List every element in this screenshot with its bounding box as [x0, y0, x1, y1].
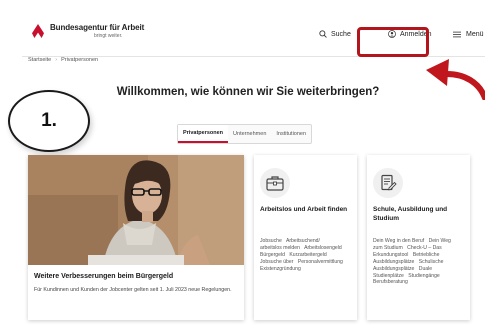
login-highlight-box	[357, 27, 429, 57]
breadcrumb-separator: ›	[55, 57, 58, 63]
brand-title[interactable]: Bundesagentur für Arbeit	[50, 23, 144, 32]
card-link[interactable]: Studiengänge	[408, 273, 439, 279]
tab-unternehmen[interactable]: Unternehmen	[228, 125, 271, 143]
card-link[interactable]: Duale	[419, 266, 432, 272]
tab-institutionen[interactable]: Institutionen	[271, 125, 311, 143]
card-link[interactable]: Schulische	[419, 259, 444, 265]
card-link[interactable]: Dein Weg	[429, 238, 451, 244]
card-link[interactable]: Jobsuche über	[260, 259, 293, 265]
card-link[interactable]: Erkundungstool	[373, 252, 408, 258]
briefcase-icon	[266, 176, 284, 191]
card-links: Jobsuche Arbeitsuchend/ arbeitslos melde…	[260, 238, 355, 273]
card-link[interactable]: Personalvermittlung	[298, 259, 343, 265]
card-link[interactable]: Check-U – Das	[407, 245, 442, 251]
document-pen-icon	[381, 174, 397, 191]
brand-slogan: bringt weiter.	[94, 33, 123, 39]
search-label: Suche	[331, 30, 351, 38]
card-schule-ausbildung[interactable]: Schule, Ausbildung und Studium Dein Weg …	[367, 155, 470, 320]
card-link[interactable]: Ausbildungsplätze	[373, 259, 414, 265]
red-arrow-icon	[426, 59, 485, 100]
search-button[interactable]: Suche	[319, 27, 351, 41]
page: Bundesagentur für Arbeit bringt weiter. …	[0, 0, 485, 326]
card-links: Dein Weg in den Beruf Dein Weg zum Studi…	[373, 238, 468, 286]
tab-privatpersonen[interactable]: Privatpersonen	[178, 125, 229, 143]
card-link[interactable]: Betriebliche	[413, 252, 440, 258]
card-title[interactable]: Arbeitslos und Arbeit finden	[260, 206, 355, 215]
card-link[interactable]: arbeitslos melden	[260, 245, 300, 251]
audience-tabs: Privatpersonen Unternehmen Institutionen	[177, 124, 313, 144]
card-title[interactable]: Schule, Ausbildung und Studium	[373, 206, 468, 223]
card-link[interactable]: Arbeitsuchend/	[286, 238, 320, 244]
breadcrumb-item-home[interactable]: Startseite	[28, 57, 51, 63]
card-icon-wrap	[373, 168, 403, 198]
hero-photo	[28, 155, 244, 265]
menu-button[interactable]: Menü	[453, 27, 484, 41]
card-link[interactable]: Existenzgründung	[260, 266, 301, 272]
card-icon-wrap	[260, 168, 290, 198]
page-title: Willkommen, wie können wir Sie weiterbri…	[116, 86, 380, 98]
card-link[interactable]: Bürgergeld	[260, 252, 285, 258]
hero-text: Für Kundinnen und Kunden der Jobcenter g…	[34, 287, 232, 293]
card-link[interactable]: Jobsuche	[260, 238, 282, 244]
card-link[interactable]: Arbeitslosengeld	[304, 245, 342, 251]
hero-card[interactable]: Weitere Verbesserungen beim Bürgergeld F…	[28, 155, 244, 320]
hamburger-menu-icon	[453, 31, 461, 37]
search-icon	[319, 30, 327, 38]
card-link[interactable]: Berufsberatung	[373, 279, 408, 285]
breadcrumb-item-current: Privatpersonen	[61, 57, 99, 63]
card-link[interactable]: Ausbildungsplätze	[373, 266, 414, 272]
menu-label: Menü	[466, 30, 484, 38]
card-link[interactable]: Studienplätze	[373, 273, 404, 279]
breadcrumb: Startseite › Privatpersonen	[28, 57, 98, 63]
step-badge: 1.	[8, 90, 90, 152]
hero-title[interactable]: Weitere Verbesserungen beim Bürgergeld	[34, 273, 173, 280]
card-link[interactable]: Dein Weg in den Beruf	[373, 238, 424, 244]
card-link[interactable]: zum Studium	[373, 245, 403, 251]
card-arbeitslos[interactable]: Arbeitslos und Arbeit finden Jobsuche Ar…	[254, 155, 357, 320]
ba-logo-icon	[32, 24, 44, 38]
card-link[interactable]: Kurzarbeitergeld	[289, 252, 326, 258]
